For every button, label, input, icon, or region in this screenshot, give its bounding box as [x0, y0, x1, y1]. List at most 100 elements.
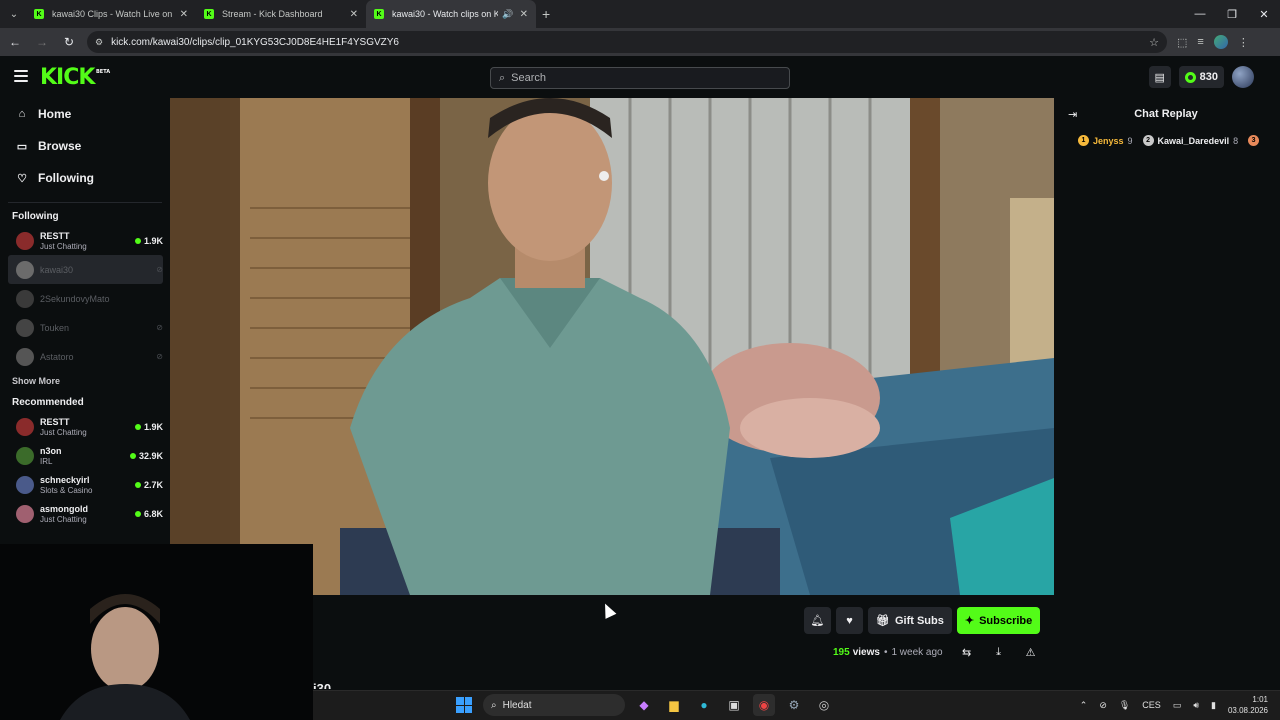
- browser-menu-icon[interactable]: ⋮: [1238, 36, 1249, 49]
- recommended-channel-schneckyirl[interactable]: schneckyirl Slots & Casino 2.7K: [8, 470, 163, 499]
- offline-icon: ⊘: [156, 323, 163, 332]
- subscribe-label: Subscribe: [979, 614, 1033, 627]
- sidebar-item-browse[interactable]: ▭ Browse: [0, 130, 170, 162]
- channel-category: Just Chatting: [40, 241, 87, 251]
- webcam-overlay: [0, 544, 313, 720]
- sidebar-item-label: Browse: [38, 139, 82, 153]
- tab-search-chevron-icon[interactable]: ⌄: [2, 3, 26, 25]
- kick-favicon-icon: K: [34, 9, 44, 19]
- windows-taskbar: ⌕ Hledat ◆ ▆ ● ▣ ◉ ⚙ ◎ ⌃ ⊘ 🎙︎ CES ▭ 🔊︎ ▮…: [313, 690, 1280, 720]
- user-avatar[interactable]: [1232, 66, 1254, 88]
- follow-heart-icon[interactable]: ♥: [836, 607, 863, 634]
- battery-icon[interactable]: ▮: [1211, 700, 1216, 711]
- forward-icon[interactable]: →: [30, 30, 54, 54]
- restore-icon[interactable]: ❐: [1216, 0, 1248, 28]
- search-input[interactable]: ⌕ Search: [490, 67, 790, 89]
- recommended-channel-asmongold[interactable]: asmongold Just Chatting 6.8K: [8, 499, 163, 528]
- viewer-count: 2.7K: [143, 479, 163, 490]
- offline-icon: ⊘: [156, 265, 163, 274]
- dashboard-icon[interactable]: ▤: [1148, 66, 1171, 88]
- gift-leaderboard: 1 Jenyss 9 2 Kawai_Daredevil 8 3: [1078, 135, 1260, 146]
- file-explorer-icon[interactable]: ▆: [663, 694, 685, 716]
- close-tab-icon[interactable]: ✕: [350, 9, 358, 20]
- copilot-icon[interactable]: ◆: [633, 694, 655, 716]
- site-info-icon[interactable]: ⚙: [95, 37, 103, 48]
- language-indicator[interactable]: CES: [1142, 700, 1161, 710]
- windows-start-icon[interactable]: [453, 694, 475, 716]
- steam-icon[interactable]: ⚙: [783, 694, 805, 716]
- close-tab-icon[interactable]: ✕: [180, 9, 188, 20]
- notification-bell-icon[interactable]: 🔔︎: [804, 607, 831, 634]
- tray-chevron-icon[interactable]: ⌃: [1080, 700, 1088, 711]
- tab-title: kawai30 Clips - Watch Live on Kick: [52, 9, 174, 19]
- profile-avatar[interactable]: [1213, 35, 1228, 49]
- site-header: KICK BETA ⌕ Search ▤ 830: [0, 56, 1280, 98]
- display-icon[interactable]: ▭: [1173, 700, 1182, 711]
- sidebar-item-following[interactable]: ♡ Following: [0, 162, 170, 194]
- following-channel-2sekundovymato[interactable]: 2SekundovyMato: [8, 284, 163, 313]
- address-bar[interactable]: ⚙ kick.com/kawai30/clips/clip_01KYG53CJ0…: [87, 31, 1167, 53]
- recommended-channel-restt[interactable]: RESTT Just Chatting 1.9K: [8, 412, 163, 441]
- system-clock[interactable]: 1:01 03.08.2026: [1228, 694, 1268, 716]
- browser-tab-1[interactable]: K kawai30 Clips - Watch Live on Kick ✕: [26, 0, 196, 28]
- close-tab-icon[interactable]: ✕: [520, 9, 528, 20]
- webcam-feed: [0, 544, 313, 720]
- close-window-icon[interactable]: ✕: [1248, 0, 1280, 28]
- channel-name: 2SekundovyMato: [40, 293, 110, 304]
- channel-name: RESTT: [40, 416, 70, 427]
- channel-avatar: [16, 289, 34, 308]
- volume-icon[interactable]: 🔊︎: [1193, 700, 1199, 711]
- channel-category: Just Chatting: [40, 427, 87, 437]
- search-icon: ⌕: [491, 699, 497, 711]
- gift-subs-button[interactable]: 🎁︎ Gift Subs: [868, 607, 952, 634]
- live-dot-icon: [134, 481, 141, 488]
- taskbar-search[interactable]: ⌕ Hledat: [483, 694, 625, 716]
- sidebar-item-home[interactable]: ⌂ Home: [0, 98, 170, 130]
- leader-name[interactable]: Kawai_Daredevil: [1158, 136, 1230, 146]
- following-channel-kawai30[interactable]: kawai30 ⊘: [8, 255, 163, 284]
- clock-date: 03.08.2026: [1227, 706, 1268, 715]
- following-channel-astatoro[interactable]: Astatoro ⊘: [8, 342, 163, 371]
- back-icon[interactable]: ←: [3, 30, 27, 54]
- report-warning-icon[interactable]: ⚠: [1023, 646, 1039, 659]
- sidebar-item-label: Home: [38, 107, 72, 121]
- share-icon[interactable]: ⇆: [959, 646, 975, 659]
- following-channel-touken[interactable]: Touken ⊘: [8, 313, 163, 342]
- points-value: 830: [1199, 71, 1218, 83]
- recommended-heading: Recommended: [12, 397, 84, 408]
- kick-points-button[interactable]: 830: [1178, 66, 1224, 88]
- subscribe-button[interactable]: ✦ Subscribe: [956, 607, 1041, 634]
- minimize-icon[interactable]: —: [1184, 0, 1216, 28]
- show-more-link[interactable]: Show More: [0, 371, 170, 391]
- audio-playing-icon[interactable]: 🔊: [502, 9, 513, 20]
- menu-hamburger-icon[interactable]: [14, 70, 28, 82]
- view-count: 195: [833, 647, 850, 658]
- network-off-icon[interactable]: ⊘: [1099, 700, 1107, 711]
- store-icon[interactable]: ▣: [723, 694, 745, 716]
- stats-separator: •: [883, 647, 888, 658]
- channel-title-partial: i30: [313, 681, 332, 689]
- new-tab-icon[interactable]: +: [542, 6, 550, 22]
- bookmark-star-icon[interactable]: ☆: [1149, 36, 1159, 49]
- obs-icon[interactable]: ◎: [813, 694, 835, 716]
- edge-icon[interactable]: ●: [693, 694, 715, 716]
- chrome-icon[interactable]: ◉: [753, 694, 775, 716]
- microphone-icon[interactable]: 🎙︎: [1119, 700, 1130, 711]
- following-channel-restt[interactable]: RESTT Just Chatting 1.9K: [8, 226, 163, 255]
- clip-video-player[interactable]: [170, 98, 1054, 595]
- recommended-channel-n3on[interactable]: n3on IRL 32.9K: [8, 441, 163, 470]
- media-control-icon[interactable]: ≡: [1197, 36, 1203, 48]
- reload-icon[interactable]: ↻: [57, 30, 81, 54]
- leader-name[interactable]: Jenyss: [1093, 136, 1124, 146]
- search-icon: ⌕: [499, 71, 506, 84]
- download-icon[interactable]: ⤓: [991, 646, 1007, 659]
- channel-avatar: [16, 446, 34, 465]
- browser-tab-2[interactable]: K Stream - Kick Dashboard ✕: [196, 0, 366, 28]
- viewer-count: 1.9K: [143, 421, 163, 432]
- kick-logo[interactable]: KICK BETA: [40, 65, 110, 90]
- channel-avatar: [16, 318, 34, 337]
- rank-badge-1: 1: [1078, 135, 1089, 146]
- sidebar-item-label: Following: [38, 171, 94, 185]
- browser-tab-3[interactable]: K kawai30 - Watch clips on Kick 🔊 ✕: [366, 0, 536, 28]
- extensions-icon[interactable]: ⬚: [1177, 36, 1187, 49]
